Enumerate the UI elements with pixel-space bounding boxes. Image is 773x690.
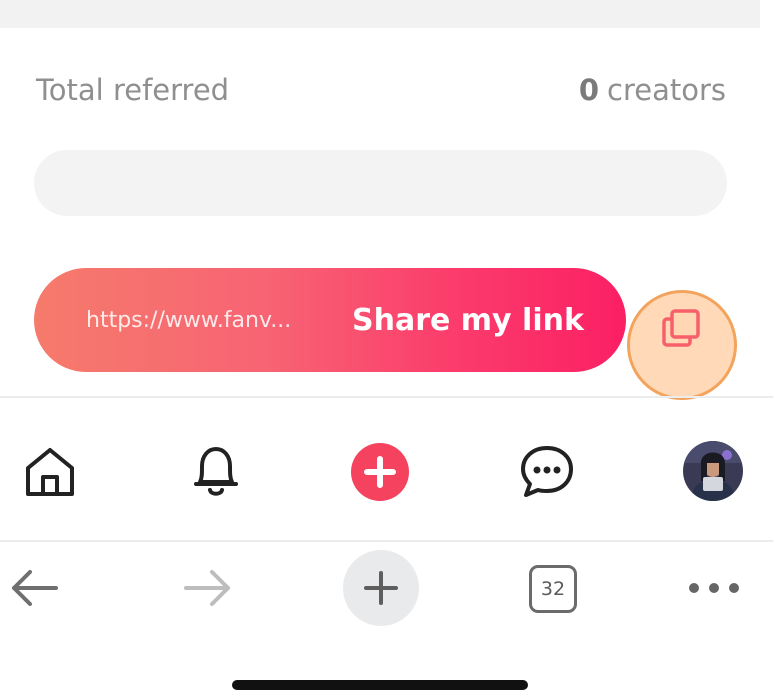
divider <box>0 396 773 398</box>
tabs-button[interactable]: 32 <box>529 565 577 613</box>
referred-count: 0 <box>578 73 599 107</box>
more-icon <box>689 583 739 593</box>
forward-arrow-icon <box>184 570 230 606</box>
referral-progress-bar <box>34 150 727 216</box>
browser-forward-button[interactable] <box>182 566 234 614</box>
back-arrow-icon <box>12 570 58 606</box>
nav-profile-avatar[interactable] <box>683 441 743 505</box>
new-tab-plus-icon <box>364 571 398 605</box>
browser-divider <box>0 540 773 542</box>
tab-count: 32 <box>540 578 566 600</box>
share-link-label: Share my link <box>352 302 584 338</box>
total-referred-row: Total referred 0 creators <box>36 68 726 112</box>
nav-messages-button[interactable] <box>517 442 577 506</box>
copy-link-button[interactable] <box>627 290 737 400</box>
referred-unit: creators <box>607 73 726 107</box>
nav-create-button[interactable] <box>350 442 410 506</box>
nav-home-button[interactable] <box>22 444 78 504</box>
browser-back-button[interactable] <box>8 566 60 614</box>
total-referred-label: Total referred <box>36 73 230 107</box>
top-card-edge <box>0 0 760 28</box>
referral-url: https://www.fanv... <box>86 307 292 333</box>
chat-icon <box>521 446 573 497</box>
copy-icon <box>662 309 700 347</box>
avatar <box>683 441 743 501</box>
create-plus-icon <box>351 443 409 501</box>
total-referred-value: 0 creators <box>579 73 726 107</box>
share-link-button[interactable]: https://www.fanv... Share my link <box>34 268 626 372</box>
bell-icon <box>194 447 238 496</box>
browser-new-tab-button[interactable] <box>343 550 419 626</box>
nav-notifications-button[interactable] <box>188 442 244 504</box>
browser-more-button[interactable] <box>686 576 742 604</box>
home-indicator <box>232 680 528 690</box>
home-icon <box>26 448 74 496</box>
